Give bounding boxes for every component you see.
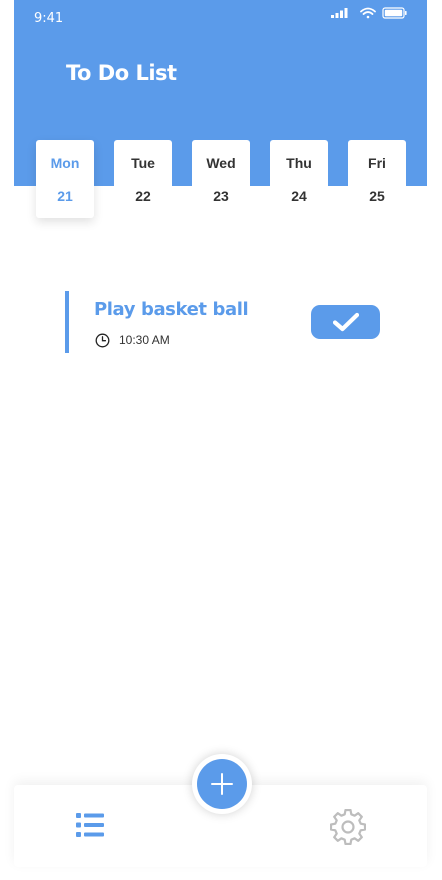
task-item[interactable]: Play basket ball 10:30 AM — [65, 291, 395, 353]
day-card[interactable]: Wed 23 — [192, 140, 250, 218]
plus-icon — [211, 773, 233, 795]
day-name: Wed — [206, 155, 236, 171]
day-name: Thu — [286, 155, 312, 171]
day-number: 25 — [369, 188, 385, 204]
day-name: Mon — [50, 155, 80, 171]
day-card[interactable]: Fri 25 — [348, 140, 406, 218]
gear-icon — [329, 808, 367, 846]
day-number: 23 — [213, 188, 229, 204]
wifi-icon — [360, 7, 376, 19]
page-title: To Do List — [66, 61, 177, 85]
task-accent-bar — [65, 291, 69, 353]
list-icon — [76, 813, 104, 837]
day-card[interactable]: Thu 24 — [270, 140, 328, 218]
day-name: Fri — [368, 155, 386, 171]
battery-icon — [382, 7, 407, 19]
add-task-button[interactable] — [197, 759, 247, 809]
signal-icon — [331, 8, 348, 18]
day-name: Tue — [131, 155, 155, 171]
checkmark-icon — [333, 312, 359, 332]
task-time: 10:30 AM — [119, 333, 170, 347]
day-number: 22 — [135, 188, 151, 204]
app-screen: 9:41 To Do List Mon 21 Tue 22 Wed 23 Thu… — [0, 0, 442, 880]
nav-settings-button[interactable] — [329, 808, 367, 846]
day-number: 21 — [57, 188, 73, 204]
status-icons — [331, 6, 411, 20]
task-title: Play basket ball — [94, 299, 249, 320]
nav-list-button[interactable] — [76, 812, 104, 838]
clock-icon — [95, 333, 110, 348]
day-card[interactable]: Tue 22 — [114, 140, 172, 218]
day-card[interactable]: Mon 21 — [36, 140, 94, 218]
complete-task-button[interactable] — [311, 305, 380, 339]
day-number: 24 — [291, 188, 307, 204]
status-time: 9:41 — [34, 11, 64, 26]
